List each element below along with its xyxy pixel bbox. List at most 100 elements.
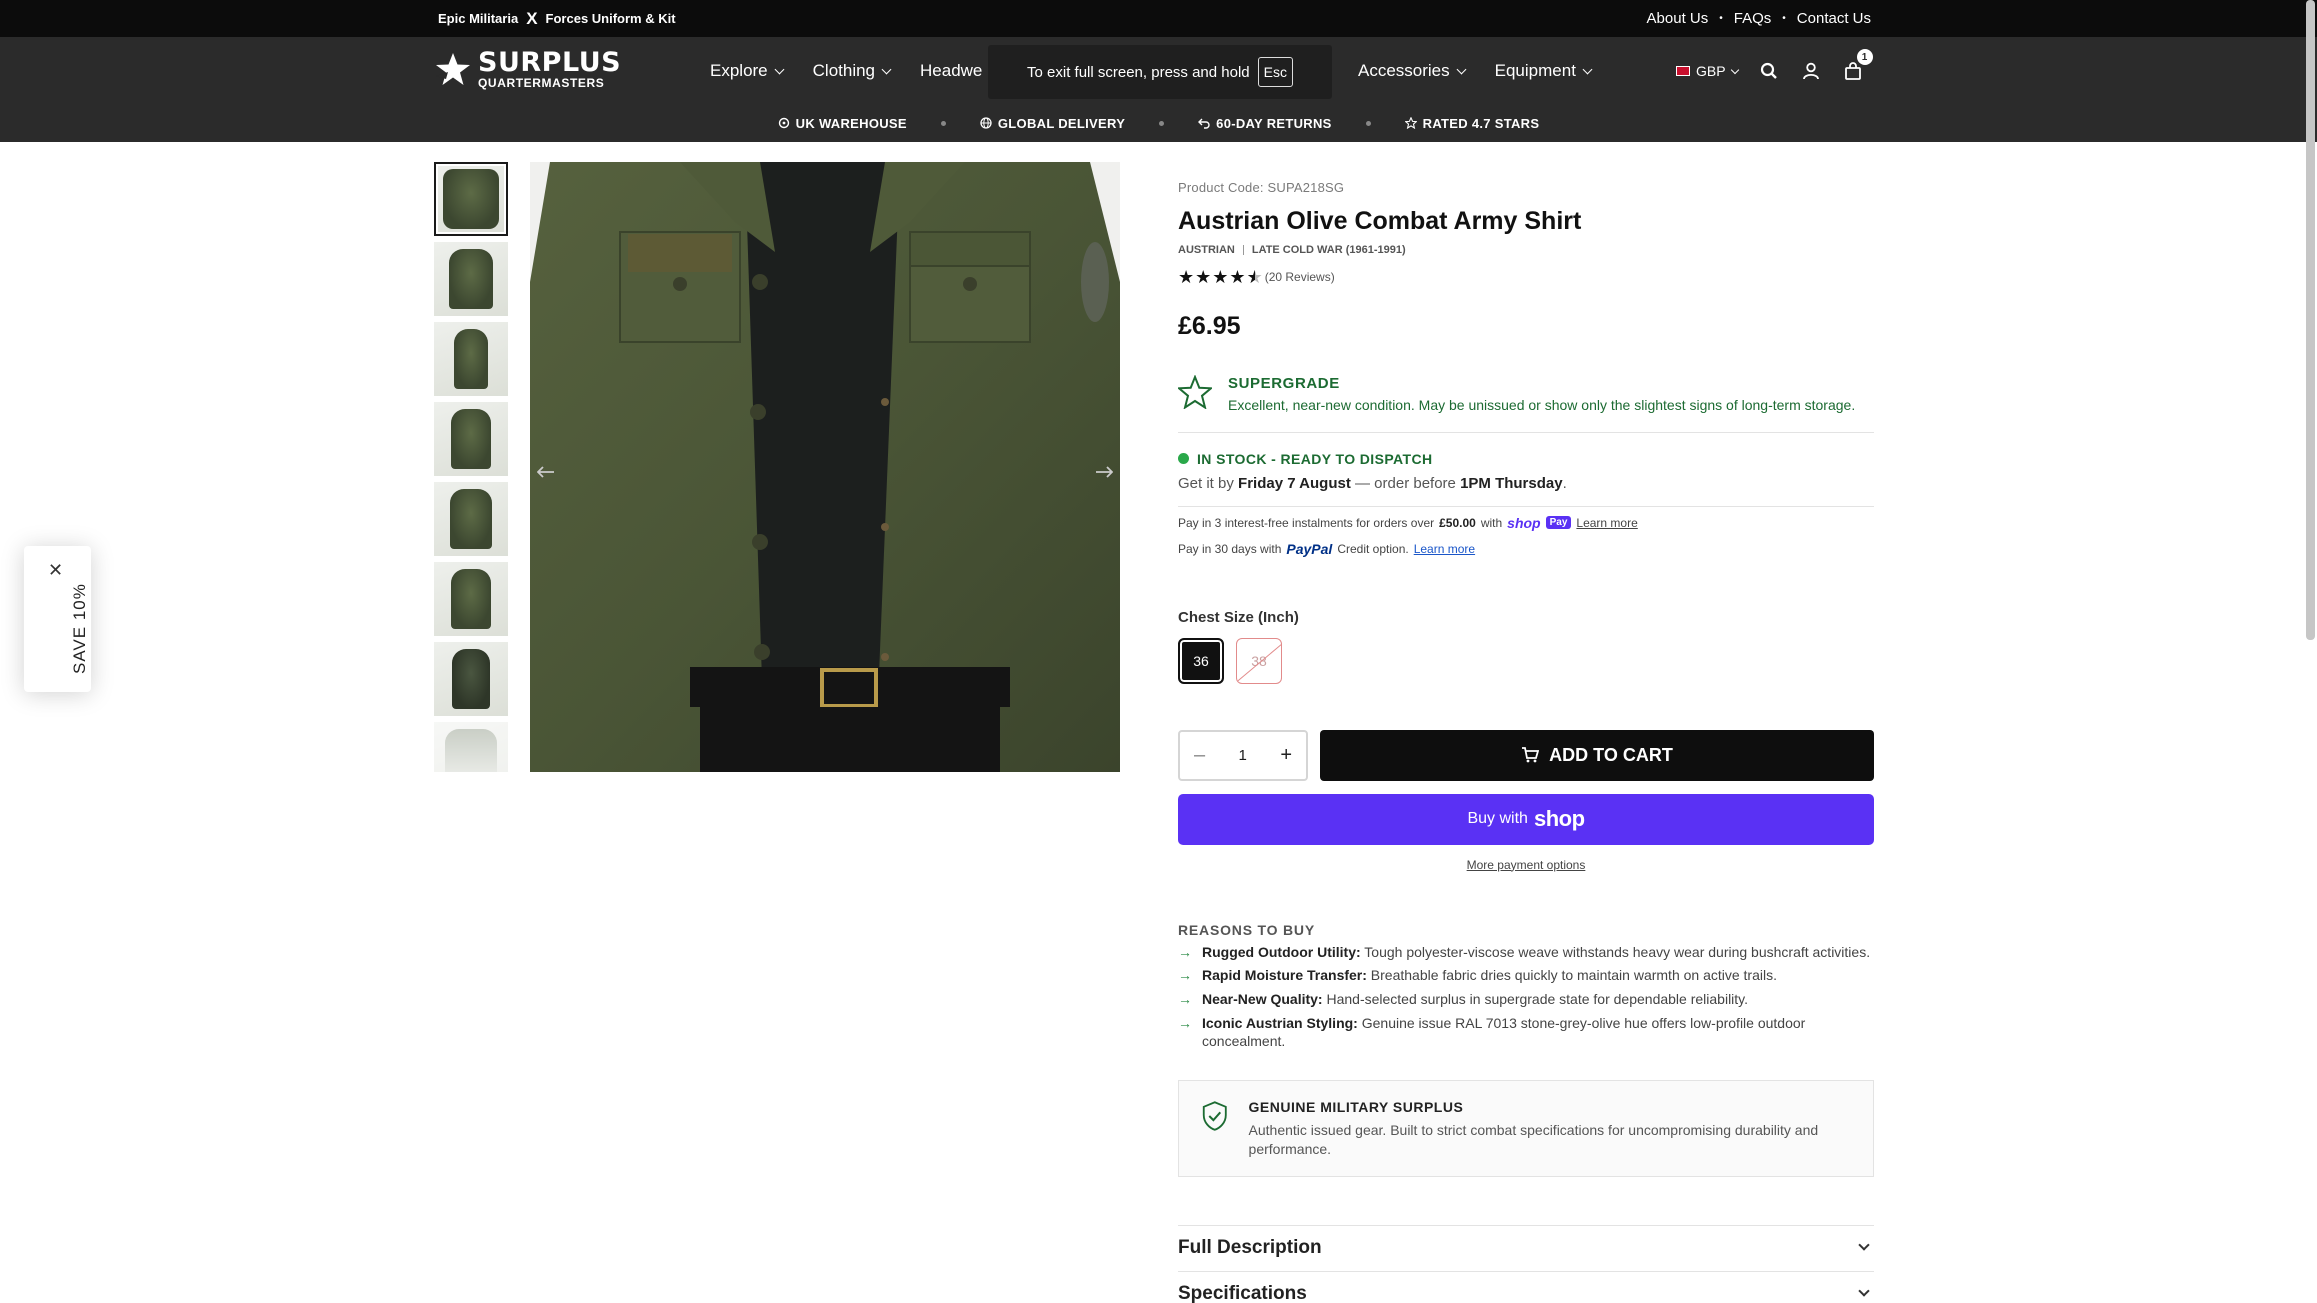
usp-strip: UK WAREHOUSE GLOBAL DELIVERY 60-DAY RETU…: [0, 112, 2317, 134]
usp-separator: [940, 120, 946, 126]
reason-bold: Rugged Outdoor Utility:: [1202, 943, 1361, 960]
shop-pay-threshold: £50.00: [1439, 515, 1476, 530]
usp-rating: RATED 4.7 STARS: [1404, 116, 1540, 131]
cart-icon: [1522, 747, 1540, 763]
product-info: Product Code: SUPA218SG Austrian Olive C…: [1178, 180, 1874, 1303]
genuine-surplus-box: GENUINE MILITARY SURPLUS Authentic issue…: [1178, 1080, 1874, 1177]
nav-equipment[interactable]: Equipment: [1495, 61, 1593, 81]
thumbnail-6[interactable]: [434, 562, 508, 636]
close-icon[interactable]: ✕: [48, 560, 63, 581]
product-page: Epic Militaria X Forces Uniform & Kit Ab…: [0, 0, 2317, 1303]
add-to-cart-button[interactable]: ADD TO CART: [1320, 729, 1874, 781]
product-price: £6.95: [1178, 312, 1241, 340]
star-full-icon: ★: [1195, 267, 1212, 287]
about-us-link[interactable]: About Us: [1647, 10, 1709, 27]
arrow-left-icon: [537, 466, 554, 478]
usp-global-delivery: GLOBAL DELIVERY: [980, 116, 1125, 131]
genuine-description: Authentic issued gear. Built to strict c…: [1248, 1122, 1819, 1157]
chevron-down-icon: [1456, 64, 1467, 74]
fullscreen-toast-text: To exit full screen, press and hold: [1027, 63, 1250, 81]
save-10-tab[interactable]: ✕ SAVE 10%: [24, 546, 91, 692]
thumbnail-1[interactable]: [434, 162, 508, 236]
star-outline-icon: [1178, 375, 1212, 409]
thumbnail-image: [452, 649, 490, 709]
shirt-photo: [530, 162, 1120, 772]
thumbnail-7[interactable]: [434, 642, 508, 716]
genuine-title: GENUINE MILITARY SURPLUS: [1248, 1099, 1464, 1116]
reason-item: → Rapid Moisture Transfer: Breathable fab…: [1178, 967, 1874, 985]
grade-title: SUPERGRADE: [1228, 375, 1340, 392]
thumbnail-image: [445, 729, 497, 772]
product-title: Austrian Olive Combat Army Shirt: [1178, 207, 1582, 235]
star-half-icon: ★: [1246, 267, 1263, 287]
nav-accessories[interactable]: Accessories: [1358, 61, 1467, 81]
next-image-button[interactable]: [1094, 462, 1114, 482]
product-rating[interactable]: ★ ★ ★ ★ ★ (20 Reviews): [1178, 268, 1874, 286]
paypal-learn-more[interactable]: Learn more: [1414, 542, 1475, 556]
thumbnail-3[interactable]: [434, 322, 508, 396]
shop-pay-badge: Pay: [1545, 516, 1572, 530]
arrow-right-icon: →: [1178, 943, 1192, 960]
product-main-image[interactable]: [530, 162, 1120, 772]
cart-count-badge: 1: [1856, 49, 1873, 65]
star-logo-icon: [436, 53, 470, 85]
reasons-title: REASONS TO BUY: [1178, 921, 1315, 938]
search-button[interactable]: [1758, 60, 1780, 82]
cart-button[interactable]: 1: [1842, 49, 1873, 82]
shop-pay-learn-more[interactable]: Learn more: [1576, 516, 1637, 530]
size-option-36[interactable]: 36: [1178, 637, 1224, 684]
quantity-input[interactable]: 1: [1239, 747, 1247, 764]
arrow-right-icon: [1096, 466, 1113, 478]
grade-description: Excellent, near-new condition. May be un…: [1228, 397, 1856, 413]
size-option-38[interactable]: 38: [1236, 637, 1282, 684]
reason-text: Breathable fabric dries quickly to maint…: [1366, 967, 1777, 984]
nav-explore[interactable]: Explore: [710, 61, 785, 81]
star-full-icon: ★: [1229, 267, 1246, 287]
chevron-down-icon: [881, 64, 892, 74]
contact-us-link[interactable]: Contact Us: [1797, 10, 1871, 27]
accordion-full-description[interactable]: Full Description: [1178, 1226, 1874, 1272]
faqs-link[interactable]: FAQs: [1734, 10, 1772, 27]
thumbnail-2[interactable]: [434, 242, 508, 316]
thumbnail-8[interactable]: [434, 722, 508, 772]
site-logo[interactable]: SURPLUS QUARTERMASTERS: [434, 47, 621, 91]
reasons-list: → Rugged Outdoor Utility: Tough polyester…: [1178, 944, 1874, 1051]
page-scrollbar[interactable]: [2306, 0, 2315, 640]
thumbnail-4[interactable]: [434, 402, 508, 476]
purchase-row: – 1 + ADD TO CART: [1178, 729, 1874, 781]
uk-flag-icon: [1676, 66, 1690, 76]
product-era[interactable]: LATE COLD WAR (1961-1991): [1252, 244, 1406, 256]
paypal-credit: Pay in 30 days with PayPal Credit option…: [1178, 541, 1874, 557]
quantity-decrease-button[interactable]: –: [1194, 745, 1205, 765]
arrow-right-icon: →: [1178, 991, 1192, 1008]
nav-headwear[interactable]: Headwe: [920, 61, 982, 81]
link-separator: •: [1719, 13, 1723, 24]
collab-tail: Forces Uniform & Kit: [545, 11, 676, 26]
site-header: SURPLUS QUARTERMASTERS Explore Clothing …: [0, 37, 2317, 142]
delivery-end: .: [1562, 474, 1567, 492]
size-options: 36 38: [1178, 637, 1874, 684]
shop-logo: shop: [1533, 806, 1585, 832]
product-origin[interactable]: AUSTRIAN: [1178, 244, 1235, 256]
reason-item: → Near-New Quality: Hand-selected surplus…: [1178, 991, 1874, 1009]
thumbnail-5[interactable]: [434, 482, 508, 556]
collab-banner[interactable]: Epic Militaria X Forces Uniform & Kit: [438, 0, 676, 37]
buy-with-shop-button[interactable]: Buy with shop: [1178, 793, 1874, 845]
usp-label: GLOBAL DELIVERY: [997, 115, 1126, 131]
nav-headwear-label: Headwe: [920, 61, 983, 80]
nav-clothing[interactable]: Clothing: [813, 61, 892, 81]
product-meta: AUSTRIAN LATE COLD WAR (1961-1991): [1178, 244, 1874, 256]
collab-x: X: [526, 8, 538, 28]
usp-returns: 60-DAY RETURNS: [1198, 116, 1331, 131]
quantity-increase-button[interactable]: +: [1280, 745, 1292, 765]
condition-grade: SUPERGRADE Excellent, near-new condition…: [1178, 375, 1874, 433]
prev-image-button[interactable]: [536, 462, 556, 482]
more-payment-options-link[interactable]: More payment options: [1178, 858, 1874, 872]
account-button[interactable]: [1800, 60, 1822, 82]
nav-explore-label: Explore: [710, 61, 768, 80]
reason-text: Hand-selected surplus in supergrade stat…: [1322, 991, 1749, 1008]
currency-selector[interactable]: GBP: [1676, 63, 1739, 79]
usp-separator: [1159, 120, 1165, 126]
shop-pay-text: Pay in 3 interest-free instalments for o…: [1178, 515, 1435, 530]
accordion-specifications[interactable]: Specifications: [1178, 1272, 1874, 1303]
